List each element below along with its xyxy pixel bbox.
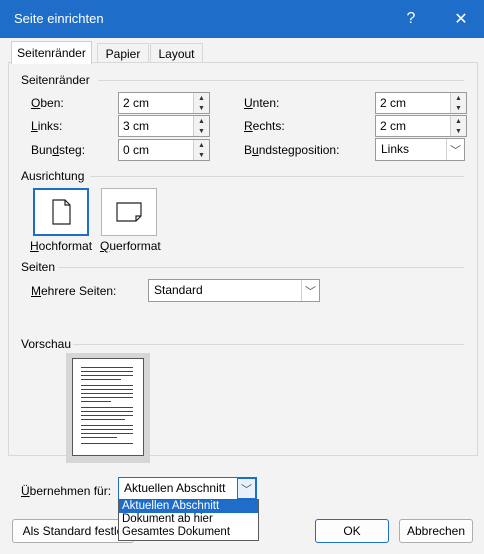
top-margin-spinner[interactable]: 2 cm ▲ ▼: [118, 92, 210, 114]
page-preview: [72, 358, 144, 456]
ok-button[interactable]: OK: [315, 519, 389, 543]
left-margin-label: Links:: [31, 119, 63, 133]
divider: [90, 176, 464, 177]
bottom-margin-spinner[interactable]: 2 cm ▲ ▼: [375, 92, 467, 114]
spin-down-icon[interactable]: ▼: [194, 103, 209, 113]
top-margin-label: Oben:: [31, 96, 64, 110]
tab-papier[interactable]: Papier: [97, 43, 149, 64]
pages-group-label: Seiten: [21, 260, 56, 274]
divider: [73, 344, 464, 345]
close-button[interactable]: ✕: [438, 0, 484, 38]
tab-layout[interactable]: Layout: [150, 43, 203, 64]
window-title: Seite einrichten: [14, 11, 104, 26]
gutter-label: Bundsteg:: [31, 143, 86, 157]
apply-to-dropdown-list: Aktuellen Abschnitt Dokument ab hier Ges…: [118, 499, 259, 541]
dropdown-option-current-section[interactable]: Aktuellen Abschnitt: [119, 500, 258, 513]
landscape-button[interactable]: [101, 188, 157, 236]
right-margin-value: 2 cm: [380, 119, 407, 133]
left-margin-value: 3 cm: [123, 119, 150, 133]
apply-to-value: Aktuellen Abschnitt: [124, 481, 226, 495]
right-margin-spinner[interactable]: 2 cm ▲ ▼: [375, 115, 467, 137]
chevron-down-icon: ﹀: [446, 139, 464, 160]
gutter-position-select[interactable]: Links ﹀: [375, 138, 465, 161]
portrait-page-icon: [52, 199, 71, 225]
right-margin-label: Rechts:: [244, 119, 285, 133]
divider: [98, 80, 464, 81]
orientation-group-label: Ausrichtung: [21, 169, 85, 183]
gutter-position-label: Bundstegposition:: [244, 143, 340, 157]
landscape-label: Querformat: [100, 239, 161, 253]
bottom-margin-value: 2 cm: [380, 96, 407, 110]
apply-to-label: Übernehmen für:: [21, 484, 112, 498]
help-button[interactable]: ?: [388, 0, 434, 38]
spin-down-icon[interactable]: ▼: [451, 103, 466, 113]
multiple-pages-value: Standard: [154, 283, 203, 297]
spin-down-icon[interactable]: ▼: [451, 126, 466, 136]
spin-down-icon[interactable]: ▼: [194, 126, 209, 136]
landscape-page-icon: [116, 202, 142, 222]
margins-group-label: Seitenränder: [21, 73, 90, 87]
dropdown-option-from-here[interactable]: Dokument ab hier: [119, 513, 258, 526]
chevron-down-icon: ﹀: [237, 478, 256, 499]
multiple-pages-label: Mehrere Seiten:: [31, 284, 117, 298]
preview-group-label: Vorschau: [21, 337, 72, 351]
portrait-label: Hochformat: [30, 239, 93, 253]
bottom-margin-label: Unten:: [244, 96, 280, 110]
cancel-button[interactable]: Abbrechen: [399, 519, 473, 543]
gutter-value: 0 cm: [123, 143, 150, 157]
gutter-position-value: Links: [381, 142, 410, 156]
set-default-button[interactable]: Als Standard festle: [12, 519, 134, 543]
top-margin-value: 2 cm: [123, 96, 150, 110]
multiple-pages-select[interactable]: Standard ﹀: [148, 279, 320, 302]
tab-seitenraender[interactable]: Seitenränder: [11, 41, 92, 64]
dropdown-option-whole-document[interactable]: Gesamtes Dokument: [119, 526, 258, 539]
spin-down-icon[interactable]: ▼: [194, 150, 209, 160]
gutter-spinner[interactable]: 0 cm ▲ ▼: [118, 139, 210, 161]
portrait-button[interactable]: [33, 188, 89, 236]
left-margin-spinner[interactable]: 3 cm ▲ ▼: [118, 115, 210, 137]
chevron-down-icon: ﹀: [301, 280, 319, 301]
divider: [58, 267, 464, 268]
apply-to-select[interactable]: Aktuellen Abschnitt ﹀: [118, 477, 257, 500]
